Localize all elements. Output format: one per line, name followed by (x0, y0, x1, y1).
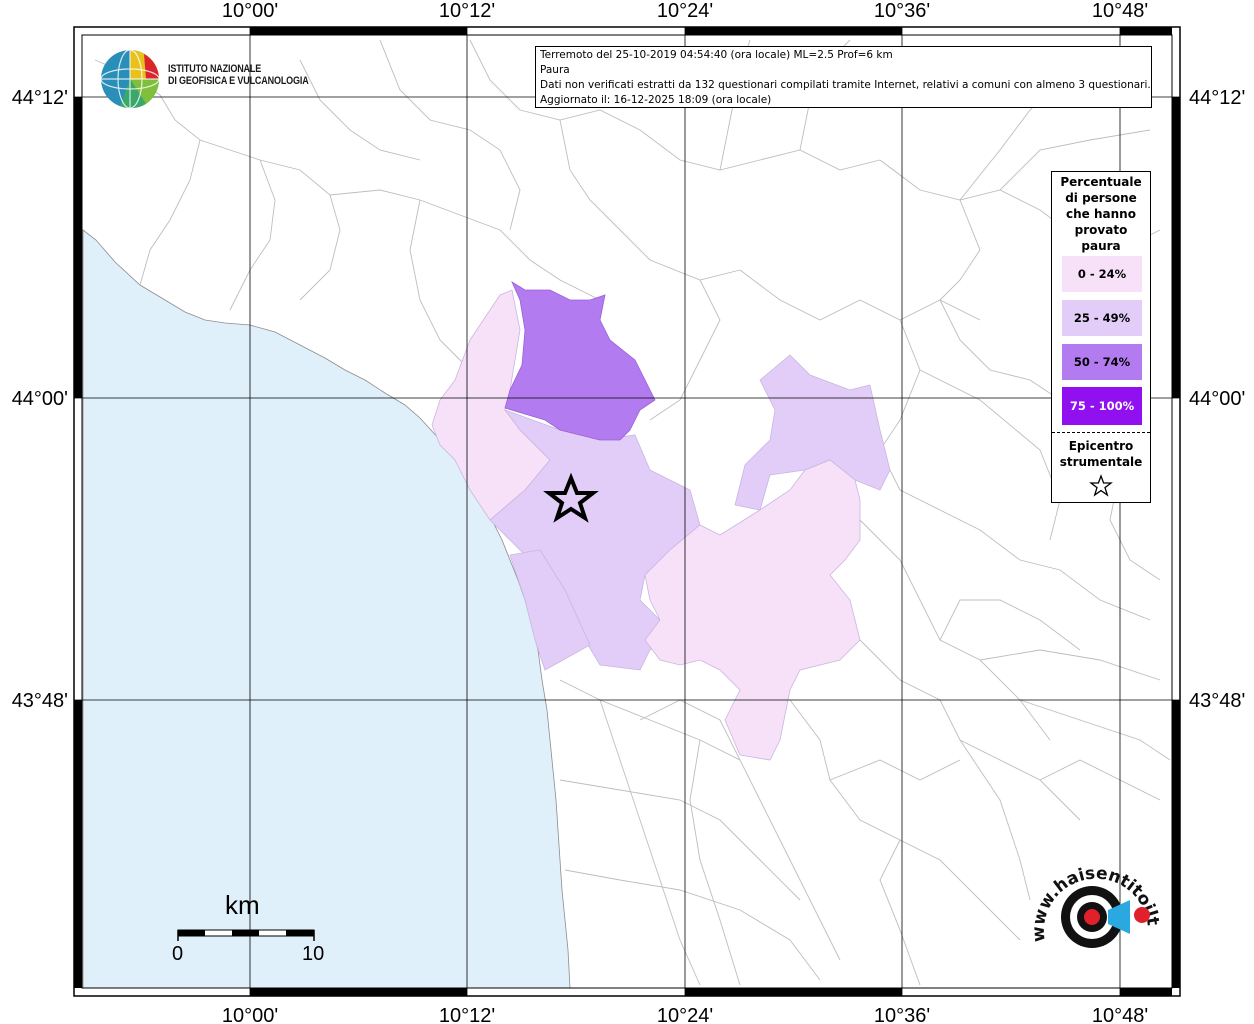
legend-class-label: 50 - 74% (1073, 355, 1131, 369)
legend-class-label: 25 - 49% (1073, 311, 1131, 325)
legend-class-50-74: 50 - 74% (1062, 344, 1142, 380)
ingv-logo: ISTITUTO NAZIONALE DI GEOFISICA E VULCAN… (100, 48, 315, 110)
lat-label: 44°00' (1189, 388, 1245, 410)
legend-epicenter-line: strumentale (1059, 455, 1143, 469)
legend-title-line: Percentuale (1060, 175, 1142, 189)
legend-title: Percentuale di persone che hanno provato… (1052, 174, 1150, 254)
legend-epicenter-label: Epicentro strumentale (1052, 438, 1150, 470)
event-parameter: Paura (540, 64, 570, 76)
legend-class-25-49: 25 - 49% (1062, 300, 1142, 336)
legend-class-75-100: 75 - 100% (1062, 387, 1142, 425)
haisentito-logo-graphic: www.haisentitoilterremoto.it (1021, 845, 1163, 948)
ingv-logo-text: ISTITUTO NAZIONALE DI GEOFISICA E VULCAN… (168, 63, 309, 87)
event-updated: Aggiornato il: 16-12-2025 18:09 (ora loc… (540, 94, 772, 106)
event-title: Terremoto del 25-10-2019 04:54:40 (ora l… (540, 49, 893, 61)
scale-bar-graphic (177, 929, 315, 941)
lat-label: 43°48' (1189, 690, 1245, 712)
scale-start: 0 (172, 943, 184, 965)
lon-label: 10°00' (222, 1005, 278, 1024)
scale-bar: km 0 10 (170, 890, 330, 970)
lat-label: 44°12' (12, 87, 68, 109)
lon-label: 10°48' (1092, 1005, 1148, 1024)
legend: Percentuale di persone che hanno provato… (1051, 171, 1151, 503)
lat-labels-right: 44°12' 44°00' 43°48' (1189, 87, 1245, 712)
legend-title-line: di persone (1065, 191, 1137, 205)
lon-label: 10°00' (222, 0, 278, 22)
lon-label: 10°36' (874, 0, 930, 22)
legend-title-line: che hanno (1066, 207, 1136, 221)
lon-labels-bottom: 10°00' 10°12' 10°24' 10°36' 10°48' (222, 1005, 1148, 1024)
legend-class-label: 75 - 100% (1069, 399, 1135, 413)
legend-star-icon (1089, 474, 1113, 497)
lat-labels-left: 44°12' 44°00' 43°48' (12, 87, 68, 712)
lon-label: 10°12' (439, 1005, 495, 1024)
ingv-globe-icon (100, 49, 160, 109)
ingv-logo-line2: DI GEOFISICA E VULCANOLOGIA (168, 75, 309, 87)
lat-label: 43°48' (12, 690, 68, 712)
legend-epicenter-line: Epicentro (1068, 439, 1134, 453)
lat-label: 44°12' (1189, 87, 1245, 109)
lon-label: 10°24' (657, 1005, 713, 1024)
legend-title-line: provato (1074, 223, 1128, 237)
lat-label: 44°00' (12, 388, 68, 410)
lon-label: 10°24' (657, 0, 713, 22)
scale-unit: km (225, 890, 260, 920)
lon-label: 10°36' (874, 1005, 930, 1024)
lon-label: 10°48' (1092, 0, 1148, 22)
lon-label: 10°12' (439, 0, 495, 22)
scale-end: 10 (302, 943, 325, 965)
ingv-logo-line1: ISTITUTO NAZIONALE (168, 63, 262, 75)
legend-class-label: 0 - 24% (1077, 267, 1127, 281)
legend-class-0-24: 0 - 24% (1062, 256, 1142, 292)
legend-title-line: paura (1081, 239, 1121, 253)
event-data-note: Dati non verificati estratti da 132 ques… (540, 79, 1151, 91)
event-info-box: Terremoto del 25-10-2019 04:54:40 (ora l… (535, 46, 1152, 108)
legend-separator (1052, 432, 1150, 433)
lon-labels-top: 10°00' 10°12' 10°24' 10°36' 10°48' (222, 0, 1148, 22)
haisentito-logo: www.haisentitoilterremoto.it (1021, 845, 1165, 980)
